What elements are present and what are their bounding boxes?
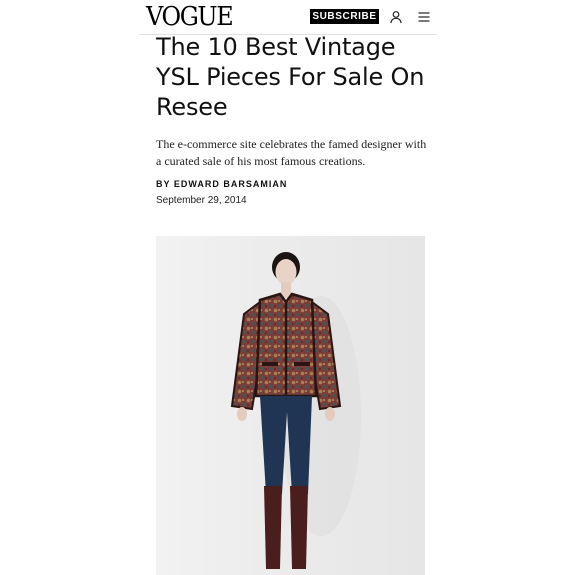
publish-date: September 29, 2014 [156, 195, 247, 206]
vogue-logo[interactable]: VOGUE [146, 3, 234, 31]
menu-icon[interactable] [418, 11, 430, 23]
article-page: VOGUE SUBSCRIBE The 10 Best Vintage YSL … [139, 0, 437, 575]
article-dek: The e-commerce site celebrates the famed… [156, 137, 427, 168]
model-illustration [230, 252, 361, 569]
author-byline[interactable]: BY EDWARD BARSAMIAN [156, 179, 287, 189]
site-header: VOGUE SUBSCRIBE [139, 0, 437, 35]
user-icon[interactable] [389, 10, 403, 24]
article-title: The 10 Best Vintage YSL Pieces For Sale … [156, 33, 425, 121]
subscribe-button[interactable]: SUBSCRIBE [310, 9, 379, 24]
article-hero-image [156, 236, 425, 575]
